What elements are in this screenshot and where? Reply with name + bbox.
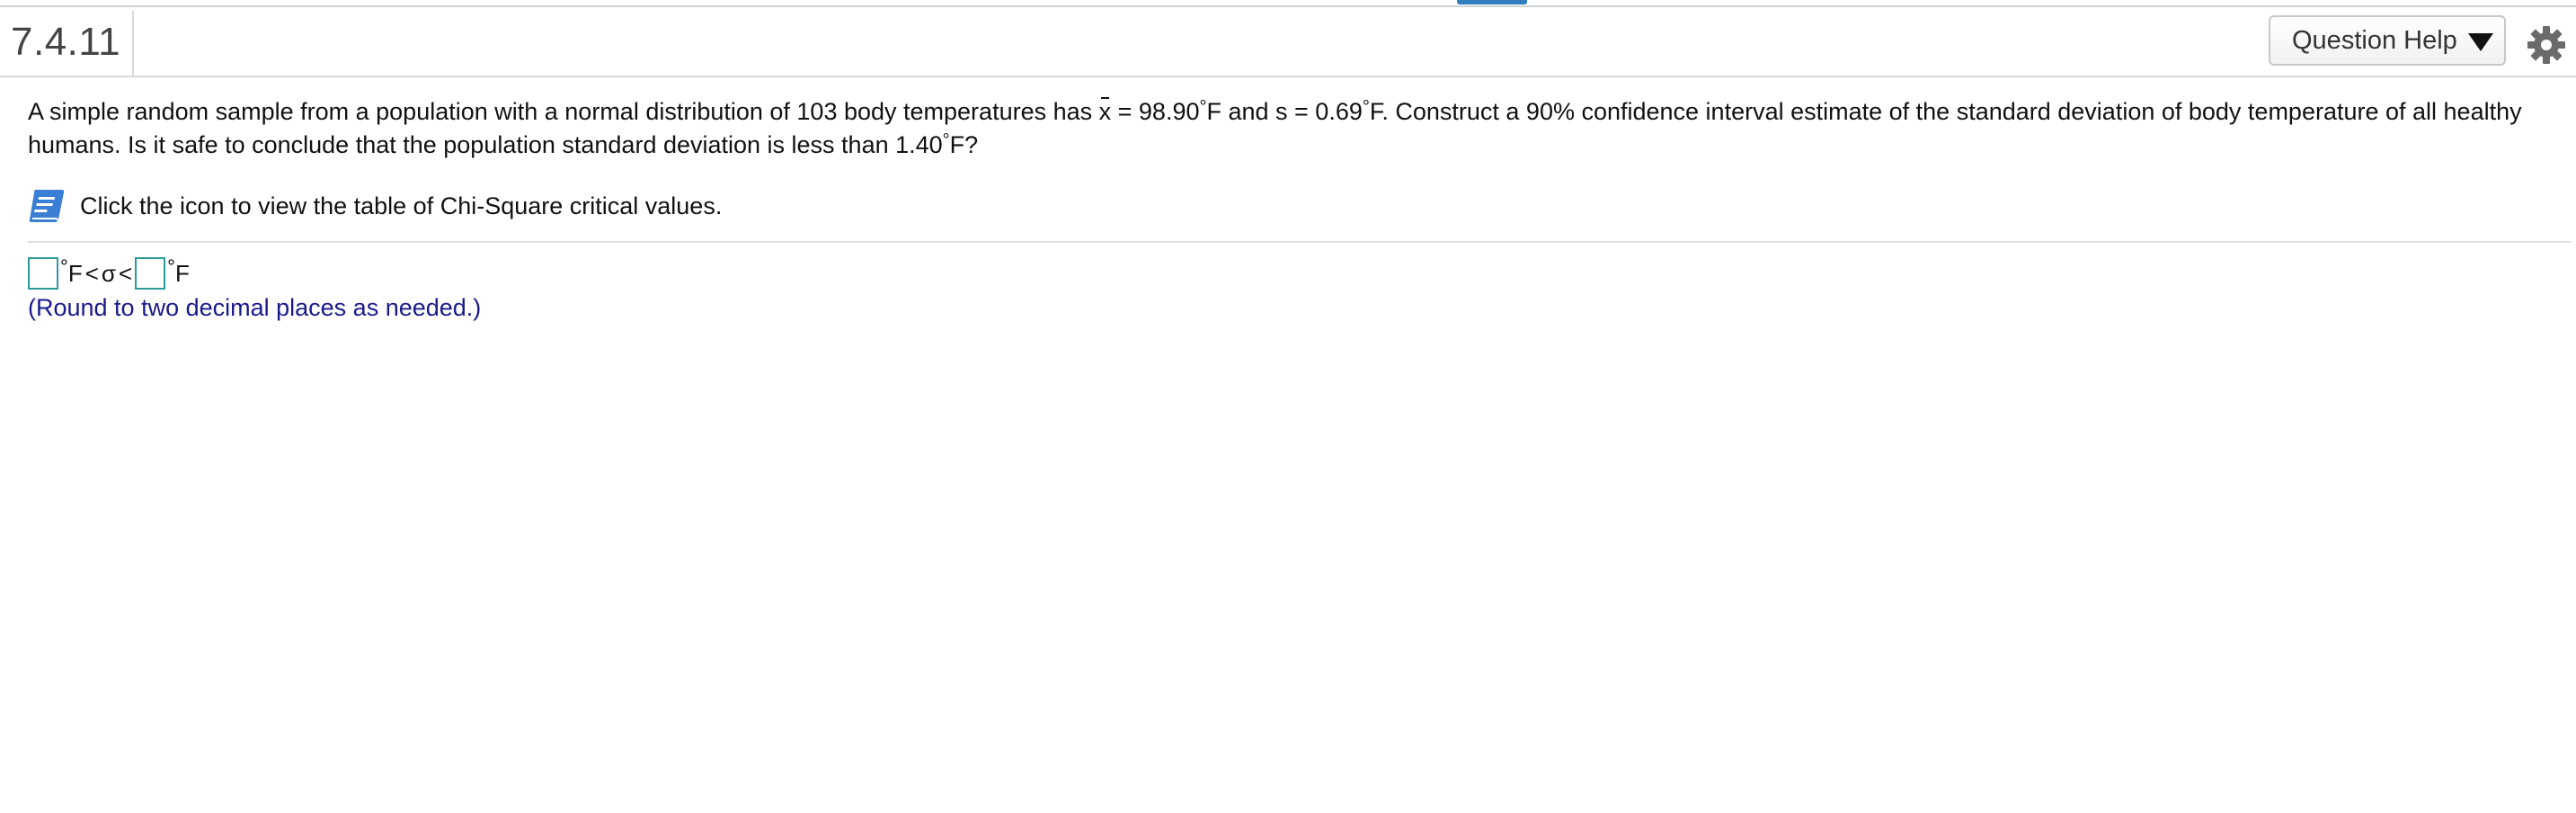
- question-text-part5: F?: [949, 131, 979, 158]
- question-header: 7.4.11 Question Help: [0, 7, 2576, 76]
- header-bottom-border: [0, 76, 2576, 77]
- question-help-button[interactable]: Question Help: [2269, 15, 2506, 66]
- question-help-label: Question Help: [2292, 25, 2457, 55]
- question-text-part2: = 98.90: [1111, 98, 1200, 125]
- chi-square-table-link[interactable]: Click the icon to view the table of Chi-…: [28, 186, 722, 226]
- upper-bound-input[interactable]: [135, 257, 166, 290]
- unit-label: F: [174, 259, 190, 287]
- degree-symbol: °: [1362, 97, 1370, 117]
- less-than-symbol: <: [84, 259, 99, 287]
- degree-symbol: °: [942, 130, 950, 150]
- chi-square-link-text: Click the icon to view the table of Chi-…: [80, 192, 723, 219]
- rounding-instruction: (Round to two decimal places as needed.): [28, 294, 482, 321]
- degree-symbol: °: [167, 255, 175, 278]
- question-text-part1: A simple random sample from a population…: [28, 98, 1099, 125]
- sigma-symbol: σ: [101, 259, 116, 287]
- triangle-down-icon: [2467, 33, 2493, 51]
- degree-symbol: °: [60, 255, 68, 278]
- lower-bound-input[interactable]: [28, 257, 58, 290]
- less-than-symbol: <: [118, 259, 133, 287]
- x-bar-symbol: x: [1098, 97, 1112, 125]
- question-text: A simple random sample from a population…: [28, 96, 2563, 163]
- unit-label: F: [67, 259, 83, 287]
- book-icon[interactable]: [28, 187, 67, 225]
- section-divider: [28, 241, 2572, 243]
- question-frame: 7.4.11 Question Help A simple random sam…: [0, 0, 2576, 813]
- question-text-part3: F and s = 0.69: [1206, 98, 1363, 125]
- header-divider: [132, 11, 134, 76]
- degree-symbol: °: [1199, 97, 1207, 117]
- top-tab-indicator[interactable]: [1457, 0, 1527, 4]
- question-number: 7.4.11: [11, 20, 121, 64]
- answer-interval-row: ° F < σ < ° F: [28, 255, 190, 291]
- gear-icon[interactable]: [2527, 25, 2566, 65]
